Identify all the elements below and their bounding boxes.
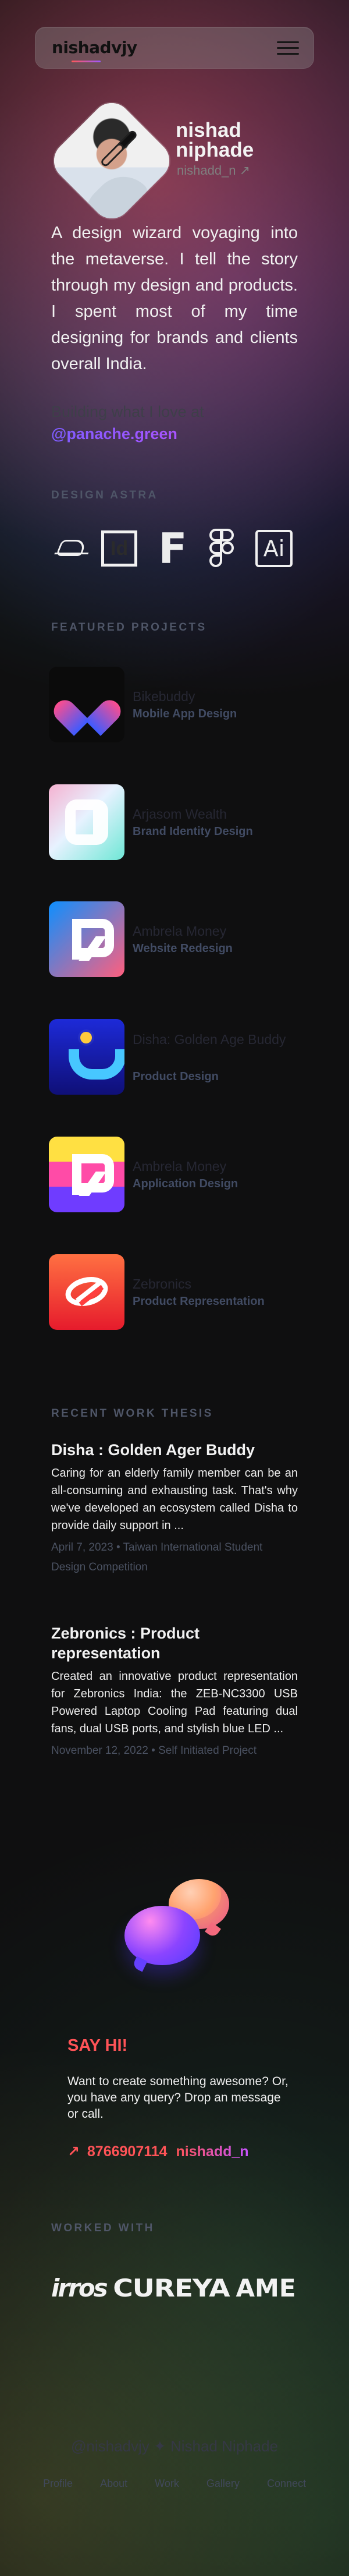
footer-link-gallery[interactable]: Gallery: [206, 2478, 240, 2490]
panache-link[interactable]: @panache.green: [51, 423, 298, 445]
profile-avatar: [45, 94, 178, 227]
project-subtitle: Mobile App Design: [133, 707, 237, 720]
thesis-meta: April 7, 2023 • Taiwan International Stu…: [51, 1541, 263, 1573]
irros-logo: irros: [51, 2273, 108, 2302]
footer-link-work[interactable]: Work: [155, 2478, 179, 2490]
portfolio-page: nishadvjy nishad niphade nishadd_n ↗ A d…: [0, 0, 349, 2576]
footer-copyright: @nishadvjy ✦ Nishad Niphade: [70, 2437, 279, 2455]
ambrela-app-icon: [49, 901, 124, 977]
glasses-icon: [99, 141, 126, 168]
building-label: Building what I love at: [51, 403, 204, 420]
project-card-ambrela-money-website[interactable]: Ambrela Money Website Redesign: [49, 901, 305, 977]
design-astra-heading: DESIGN ASTRA: [51, 489, 158, 501]
id-icon: Id: [98, 527, 141, 570]
menu-button[interactable]: [276, 37, 300, 59]
id-label: Id: [101, 530, 137, 567]
brand-logos-row: irros CUREYA AME: [51, 2270, 301, 2305]
project-title: Ambrela Money: [133, 1159, 227, 1174]
framer-icon: F: [151, 527, 194, 570]
project-title: Disha: Golden Age Buddy: [133, 1032, 286, 1047]
thesis-meta: November 12, 2022 • Self Initiated Proje…: [51, 1745, 257, 1757]
cureya-logo: CUREYA: [112, 2273, 230, 2302]
menu-line-icon: [277, 47, 299, 49]
thesis-body: Caring for an elderly family member can …: [51, 1467, 298, 1532]
top-navigation-bar: nishadvjy: [35, 27, 314, 69]
profile-name: nishad niphade: [176, 119, 280, 161]
thesis-card-disha[interactable]: Disha : Golden Ager Buddy Caring for an …: [51, 1440, 298, 1577]
bikebuddy-app-icon: [49, 667, 124, 742]
recent-work-thesis-heading: RECENT WORK THESIS: [51, 1407, 213, 1420]
illustrator-icon: Ai: [252, 527, 295, 570]
project-card-zebronics[interactable]: Zebronics Product Representation: [49, 1254, 305, 1330]
project-subtitle: Brand Identity Design: [133, 825, 253, 838]
project-card-disha[interactable]: Disha: Golden Age Buddy Product Design: [49, 1019, 305, 1095]
footer-link-profile[interactable]: Profile: [43, 2478, 73, 2490]
thesis-title: Zebronics : Product representation: [51, 1625, 200, 1662]
framer-label: F: [158, 524, 187, 573]
zebronics-app-icon: [49, 1254, 124, 1330]
project-subtitle: Application Design: [133, 1177, 238, 1190]
illustrator-label: Ai: [255, 530, 293, 567]
chat-bubbles-illustration: [124, 1873, 229, 1971]
project-title: Ambrela Money: [133, 923, 227, 939]
instagram-handle-link[interactable]: nishadd_n: [176, 2143, 249, 2160]
menu-line-icon: [277, 53, 299, 55]
project-title: Bikebuddy: [133, 689, 195, 704]
project-subtitle: Website Redesign: [133, 942, 233, 955]
external-link-arrow-icon: ↗: [67, 2143, 80, 2160]
chat-bubble-icon: [124, 1906, 200, 1965]
figma-icon: [201, 527, 244, 570]
worked-with-heading: WORKED WITH: [51, 2222, 155, 2234]
ambrela-application-icon: [49, 1137, 124, 1212]
ame-logo: AME: [236, 2273, 296, 2302]
project-subtitle: Product Representation: [133, 1295, 265, 1308]
brand-logo[interactable]: nishadvjy: [52, 38, 137, 57]
disha-app-icon: [49, 1019, 124, 1095]
building-text-block: Building what I love at @panache.green: [51, 401, 298, 445]
profile-name-line-1: nishad: [176, 119, 241, 141]
project-card-ambrela-money-application[interactable]: Ambrela Money Application Design: [49, 1137, 305, 1212]
contact-row: ↗ 8766907114 nishadd_n: [67, 2143, 249, 2160]
avatar-shirt: [73, 164, 151, 227]
thesis-card-zebronics[interactable]: Zebronics : Product representation Creat…: [51, 1623, 298, 1761]
project-card-bikebuddy[interactable]: Bikebuddy Mobile App Design: [49, 667, 305, 742]
thesis-title: Disha : Golden Ager Buddy: [51, 1441, 255, 1459]
thesis-body: Created an innovative product representa…: [51, 1670, 298, 1735]
phone-link[interactable]: 8766907114: [87, 2143, 168, 2160]
featured-projects-heading: FEATURED PROJECTS: [51, 621, 207, 634]
project-card-arjasom-wealth[interactable]: Arjasom Wealth Brand Identity Design: [49, 784, 305, 860]
menu-line-icon: [277, 41, 299, 43]
design-tools-row: Id F Ai: [49, 527, 299, 575]
footer-link-about[interactable]: About: [100, 2478, 127, 2490]
profile-intro: A design wizard voyaging into the metave…: [51, 224, 298, 373]
project-title: Zebronics: [133, 1276, 191, 1291]
project-title: Arjasom Wealth: [133, 806, 227, 822]
contact-description: Want to create something awesome? Or, yo…: [67, 2075, 289, 2121]
footer-navigation: Profile About Work Gallery Connect: [43, 2475, 306, 2492]
bird-icon: [49, 527, 92, 570]
project-subtitle: Product Design: [133, 1070, 219, 1083]
contact-heading: SAY HI!: [67, 2036, 128, 2055]
profile-handle-link[interactable]: nishadd_n ↗: [177, 163, 250, 178]
footer-link-connect[interactable]: Connect: [267, 2478, 306, 2490]
avatar-photo: [45, 94, 178, 227]
profile-name-line-2: niphade: [176, 139, 254, 161]
arjasom-app-icon: [49, 784, 124, 860]
brand-underline: [72, 61, 101, 62]
